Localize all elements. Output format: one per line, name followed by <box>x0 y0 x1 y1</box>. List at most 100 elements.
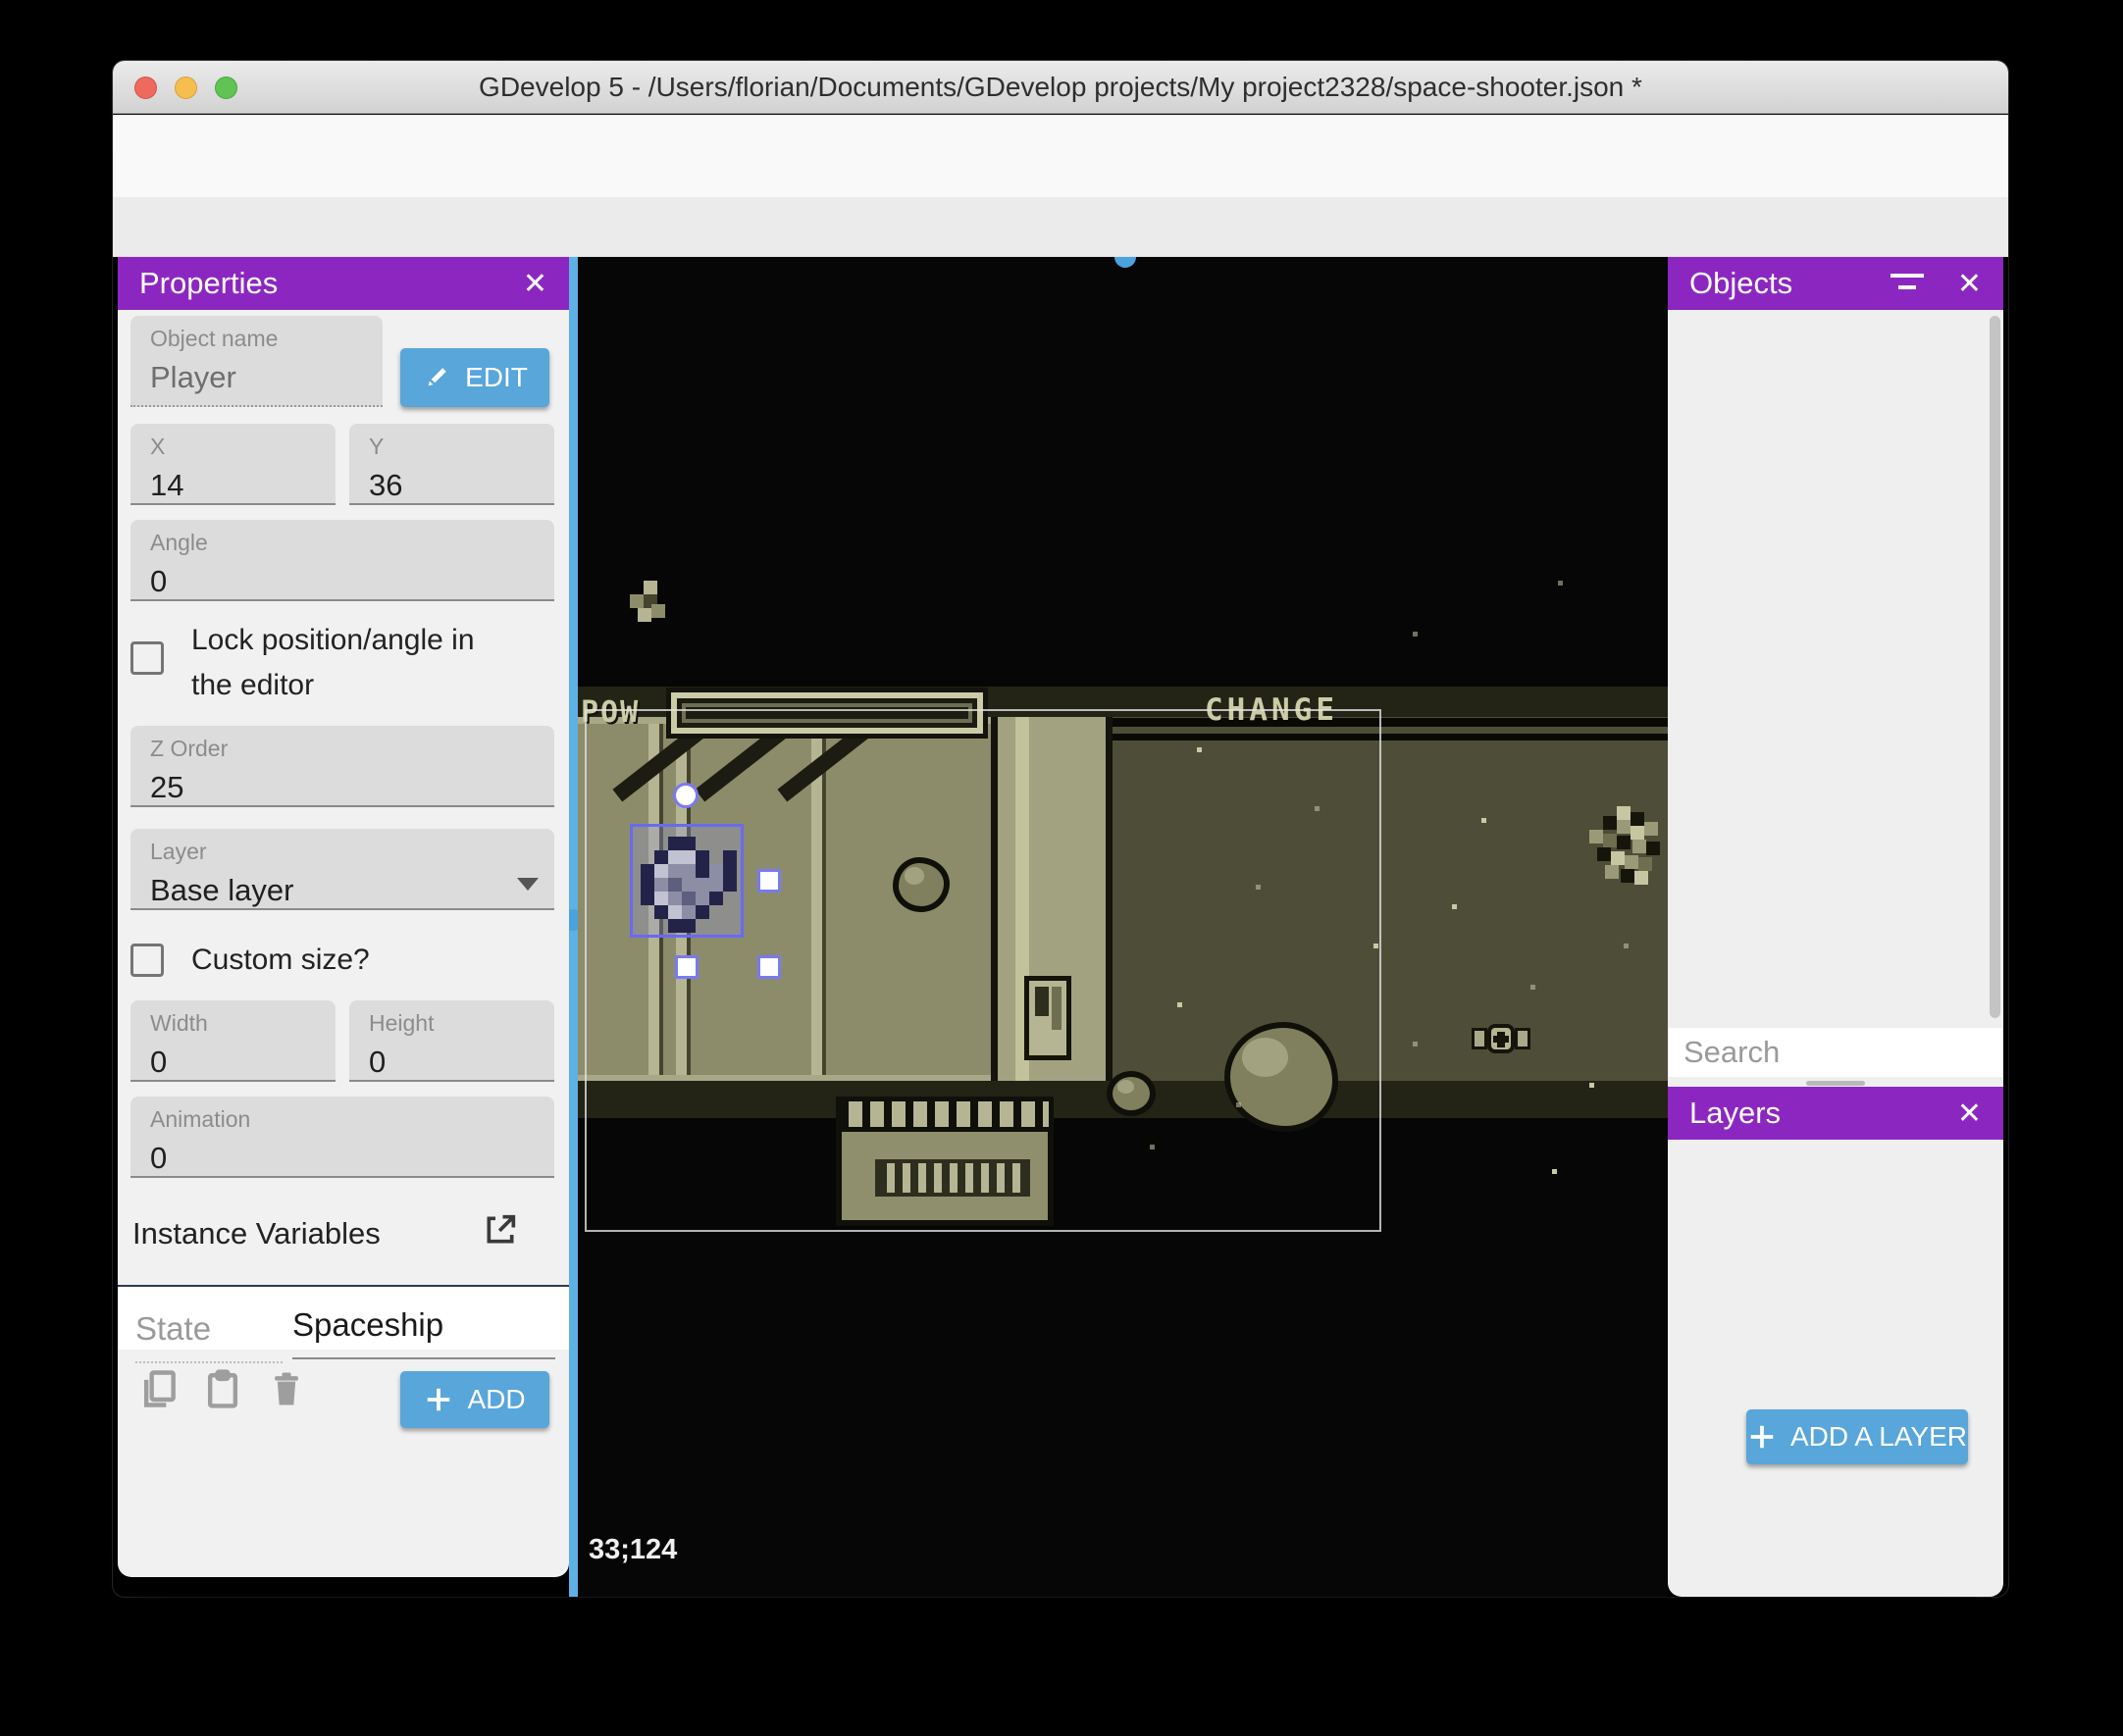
angle-field[interactable]: Angle 0 <box>130 520 554 601</box>
properties-panel: Properties ✕ Object name Player EDIT X 1… <box>118 257 569 1577</box>
layers-title: Layers <box>1689 1096 1782 1130</box>
paste-icon[interactable] <box>201 1367 244 1410</box>
resize-handle-right[interactable] <box>757 869 781 893</box>
close-icon[interactable]: ✕ <box>523 267 547 301</box>
window-title: GDevelop 5 - /Users/florian/Documents/GD… <box>479 71 1642 102</box>
star <box>1589 1083 1594 1088</box>
screenshot-stage: GDevelop 5 - /Users/florian/Documents/GD… <box>0 0 2123 1736</box>
height-value: 0 <box>369 1045 387 1079</box>
z-order-value: 25 <box>150 770 184 804</box>
layer-label: Layer <box>150 839 207 864</box>
copy-icon[interactable] <box>137 1367 181 1410</box>
variable-name[interactable]: State <box>135 1310 283 1363</box>
scene-canvas[interactable]: POW CHANGE 33;124 <box>569 257 1668 1597</box>
lock-label-line2: the editor <box>191 669 315 701</box>
z-order-label: Z Order <box>150 736 229 761</box>
x-field[interactable]: X 14 <box>130 424 336 505</box>
star <box>1558 581 1563 586</box>
star <box>1481 818 1486 823</box>
star <box>1413 1042 1418 1047</box>
star <box>1150 1145 1155 1149</box>
objects-list <box>1668 310 2003 1028</box>
resize-handle-bottom[interactable] <box>675 955 699 979</box>
tab-bar <box>113 197 2008 257</box>
width-label: Width <box>150 1010 208 1036</box>
add-layer-label: ADD A LAYER <box>1789 1421 1967 1452</box>
close-icon[interactable]: ✕ <box>1957 1097 1982 1131</box>
open-in-new-icon[interactable] <box>481 1210 520 1250</box>
right-panel: Objects ✕ Layers ✕ <box>1668 257 2003 1597</box>
x-label: X <box>150 434 166 459</box>
player-instance-selection[interactable] <box>630 824 744 938</box>
asteroid-sprite[interactable] <box>1107 1071 1156 1116</box>
plus-icon <box>428 1388 450 1411</box>
lock-position-label: Lock position/angle in the editor <box>191 618 475 708</box>
x-value: 14 <box>150 468 184 502</box>
add-layer-button[interactable]: ADD A LAYER <box>1746 1409 1968 1464</box>
minimize-window-button[interactable] <box>175 77 197 99</box>
width-field[interactable]: Width 0 <box>130 1000 336 1082</box>
asteroid-sprite[interactable] <box>893 857 950 912</box>
toolbar <box>113 115 2008 197</box>
custom-size-label: Custom size? <box>191 944 370 976</box>
star <box>1315 806 1320 811</box>
cursor-position-indicator: 33;124 <box>589 1534 678 1565</box>
close-icon[interactable]: ✕ <box>1957 267 1982 301</box>
edit-button-label: EDIT <box>465 362 528 392</box>
star <box>1177 1002 1182 1007</box>
object-name-value: Player <box>150 360 236 394</box>
resize-handle-corner[interactable] <box>757 955 781 979</box>
close-window-button[interactable] <box>134 77 157 99</box>
width-value: 0 <box>150 1045 168 1079</box>
objects-scrollbar[interactable] <box>1990 316 2000 1018</box>
filter-icon[interactable] <box>1890 272 1924 295</box>
rotate-handle[interactable] <box>673 783 699 808</box>
star <box>1624 944 1629 948</box>
y-field[interactable]: Y 36 <box>349 424 554 505</box>
star <box>1530 985 1535 990</box>
angle-value: 0 <box>150 564 168 598</box>
star <box>1197 747 1202 752</box>
objects-title: Objects <box>1689 266 1793 300</box>
height-field[interactable]: Height 0 <box>349 1000 554 1082</box>
add-button-label: ADD <box>467 1384 526 1414</box>
animation-value: 0 <box>150 1141 168 1175</box>
objects-search-bar <box>1668 1028 2003 1077</box>
y-label: Y <box>369 434 385 459</box>
custom-size-checkbox[interactable] <box>130 944 164 977</box>
machine-sprite[interactable] <box>836 1097 1054 1226</box>
variable-value[interactable]: Spaceship <box>292 1306 555 1359</box>
star <box>1236 1102 1241 1107</box>
gdevelop-window: GDevelop 5 - /Users/florian/Documents/GD… <box>113 61 2008 1597</box>
objects-search-input[interactable] <box>1683 1035 2003 1070</box>
top-pane-resize-handle[interactable] <box>1114 257 1136 268</box>
angle-label: Angle <box>150 530 208 555</box>
star <box>1552 1169 1557 1174</box>
star <box>1373 944 1378 948</box>
properties-title: Properties <box>139 266 279 300</box>
animation-field[interactable]: Animation 0 <box>130 1097 554 1178</box>
star <box>1256 885 1261 890</box>
lock-position-checkbox[interactable] <box>130 641 164 675</box>
zoom-window-button[interactable] <box>215 77 237 99</box>
object-name-field: Object name Player <box>130 316 383 407</box>
pencil-icon <box>428 368 446 386</box>
star <box>1413 632 1418 637</box>
object-name-label: Object name <box>150 326 279 351</box>
chevron-down-icon <box>517 878 539 891</box>
instance-variables-title: Instance Variables <box>132 1216 381 1251</box>
lock-label-line1: Lock position/angle in <box>191 624 475 656</box>
z-order-field[interactable]: Z Order 25 <box>130 726 554 807</box>
objects-panel-header: Objects ✕ <box>1668 257 2003 310</box>
titlebar: GDevelop 5 - /Users/florian/Documents/GD… <box>113 61 2008 114</box>
add-variable-button[interactable]: ADD <box>400 1371 549 1428</box>
animation-label: Animation <box>150 1106 251 1132</box>
panel-split-drag-handle[interactable] <box>1806 1081 1865 1086</box>
asteroid-sprite[interactable] <box>1224 1022 1338 1132</box>
star <box>1452 904 1457 909</box>
properties-panel-header: Properties ✕ <box>118 257 569 310</box>
y-value: 36 <box>369 468 403 502</box>
edit-object-button[interactable]: EDIT <box>400 348 549 407</box>
layer-select[interactable]: Layer Base layer <box>130 829 554 910</box>
trash-icon[interactable] <box>265 1367 308 1410</box>
